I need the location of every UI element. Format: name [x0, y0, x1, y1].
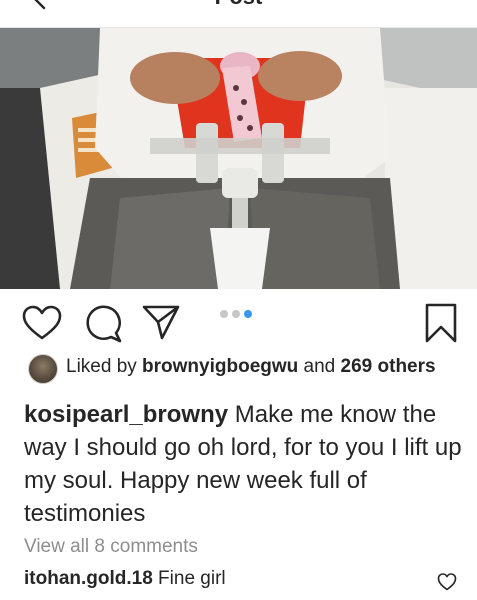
page-title: Post: [0, 0, 477, 10]
post-photo[interactable]: [0, 28, 477, 289]
avatar[interactable]: [28, 354, 58, 384]
likes-user[interactable]: brownyigboegwu: [142, 356, 298, 377]
caption-username[interactable]: kosipearl_browny: [24, 401, 228, 428]
bookmark-icon[interactable]: [421, 303, 461, 343]
likes-middle: and: [298, 356, 341, 377]
comment-icon[interactable]: [83, 303, 123, 343]
carousel-indicator: [220, 310, 256, 320]
top-bar: Post: [0, 0, 477, 28]
likes-row: Liked by brownyigboegwu and 269 others: [28, 353, 477, 384]
carousel-dot-active: [244, 310, 252, 318]
likes-text[interactable]: Liked by brownyigboegwu and 269 others: [66, 356, 436, 378]
comment-username[interactable]: itohan.gold.18: [24, 568, 153, 589]
post-photo-illustration: [0, 28, 477, 289]
carousel-dot: [232, 310, 240, 318]
action-bar: [0, 289, 477, 349]
comment-text: Fine girl: [152, 568, 226, 589]
post-caption: kosipearl_browny Make me know the way I …: [24, 398, 464, 530]
share-icon[interactable]: [142, 304, 180, 340]
likes-prefix: Liked by: [66, 356, 143, 377]
comment-item: itohan.gold.18 Fine girl: [24, 568, 464, 596]
view-all-comments-link[interactable]: View all 8 comments: [24, 536, 198, 558]
comment-like-heart-icon[interactable]: [437, 572, 457, 592]
heart-icon[interactable]: [22, 305, 62, 341]
likes-others[interactable]: 269 others: [341, 356, 436, 377]
carousel-dot: [220, 310, 228, 318]
